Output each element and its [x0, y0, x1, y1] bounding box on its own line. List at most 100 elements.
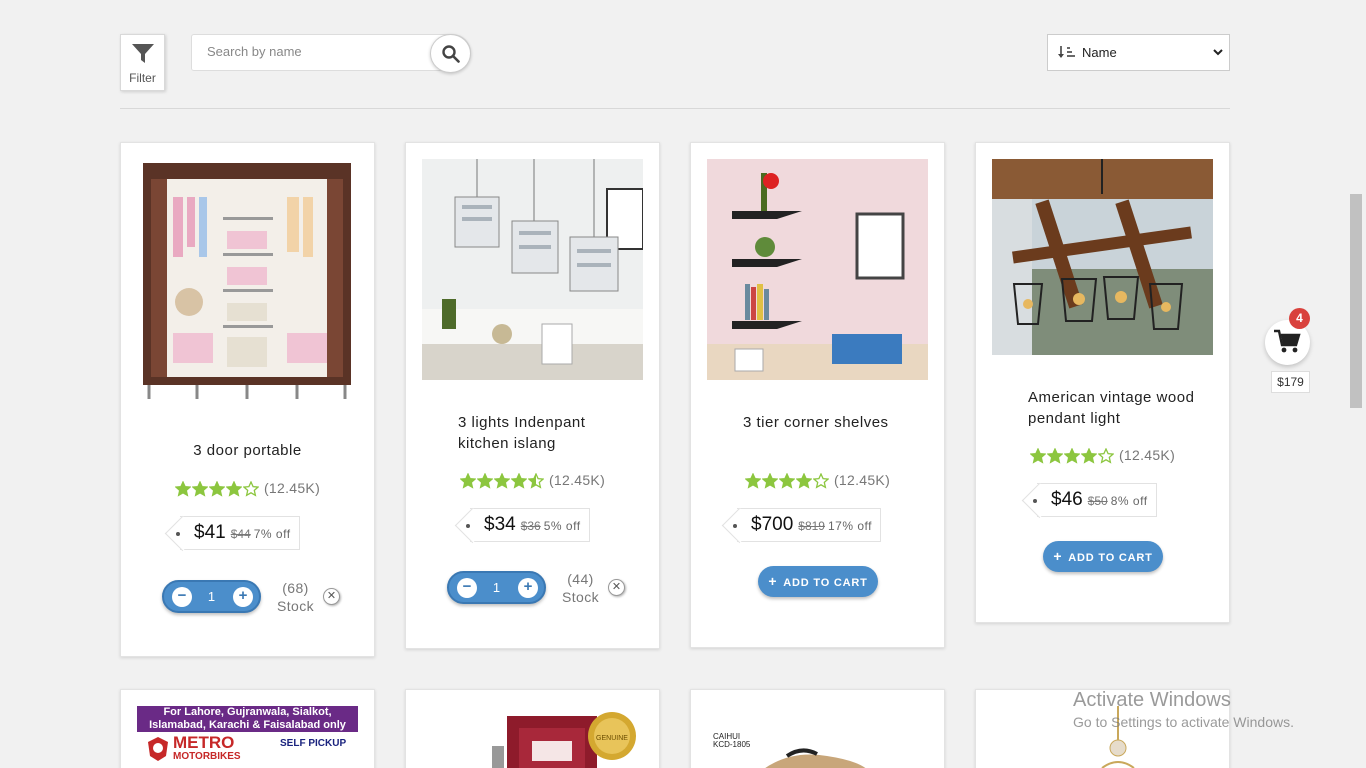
- star-icon: [527, 472, 544, 489]
- star-icon: [1046, 447, 1063, 464]
- promo-brand: METRO: [173, 733, 235, 752]
- add-to-cart-label: ADD TO CART: [783, 577, 868, 589]
- product-rating: (12.45K): [976, 446, 1229, 464]
- rating-stars: [459, 472, 545, 489]
- product-name[interactable]: American vintage wood pendant light: [976, 387, 1229, 429]
- filter-button[interactable]: Filter: [120, 34, 165, 91]
- stock-info: (68) Stock: [277, 579, 314, 615]
- add-to-cart-label: ADD TO CART: [1068, 552, 1153, 564]
- promo-pickup: SELF PICKUP: [280, 738, 347, 749]
- stock-label: Stock: [562, 589, 600, 605]
- search-input[interactable]: [207, 44, 427, 59]
- remove-item-button[interactable]: ✕: [323, 588, 340, 605]
- genuine-seal-text: GENUINE: [596, 735, 628, 742]
- star-icon: [1097, 447, 1114, 464]
- discount-label: 17% off: [827, 519, 872, 533]
- price-tag: $41 $44 7% off: [176, 516, 300, 550]
- current-price: $41: [194, 522, 226, 543]
- star-icon: [1063, 447, 1080, 464]
- sort-ascending-icon: [1058, 46, 1075, 58]
- star-icon: [795, 472, 812, 489]
- star-icon: [225, 480, 242, 497]
- cart-count-badge: 4: [1289, 308, 1310, 329]
- product-image-safe[interactable]: GENUINE: [422, 706, 643, 768]
- remove-item-button[interactable]: ✕: [608, 579, 625, 596]
- product-card: 3 door portable (12.45K) $41 $44 7% off − …: [120, 142, 375, 657]
- rating-count: (12.45K): [833, 472, 891, 489]
- original-price: $50: [1087, 494, 1108, 508]
- increment-button[interactable]: +: [233, 587, 253, 607]
- current-price: $34: [484, 514, 516, 535]
- discount-label: 7% off: [253, 527, 291, 541]
- stock-info: (44) Stock: [562, 570, 599, 606]
- promo-brand-sub: MOTORBIKES: [173, 751, 241, 762]
- product-card: 3 tier corner shelves (12.45K) $700 $819 1…: [690, 142, 945, 648]
- product-rating: (12.45K): [121, 479, 374, 497]
- rating-stars: [174, 480, 260, 497]
- product-card: CAIHUI KCD-1805: [690, 689, 945, 768]
- original-price: $36: [520, 519, 541, 533]
- product-card: For Lahore, Gujranwala, Sialkot, Islamab…: [120, 689, 375, 768]
- star-icon: [191, 480, 208, 497]
- rating-count: (12.45K): [548, 472, 606, 489]
- product-card: GENUINE: [405, 689, 660, 768]
- product-name[interactable]: 3 lights Indenpant kitchen islang: [406, 412, 659, 454]
- original-price: $44: [230, 527, 251, 541]
- star-icon: [1080, 447, 1097, 464]
- cart-icon: [1274, 329, 1301, 353]
- plus-icon: +: [1053, 548, 1063, 564]
- shoe-model: KCD-1805: [713, 740, 751, 749]
- star-icon: [476, 472, 493, 489]
- increment-button[interactable]: +: [518, 578, 538, 598]
- promo-line-1: For Lahore, Gujranwala, Sialkot,: [163, 706, 332, 718]
- star-icon: [459, 472, 476, 489]
- quantity-stepper: − 1 +: [162, 580, 261, 613]
- rating-count: (12.45K): [263, 480, 321, 497]
- cart-total: $179: [1271, 371, 1310, 393]
- star-icon: [812, 472, 829, 489]
- product-rating: (12.45K): [691, 471, 944, 489]
- product-rating: (12.45K): [406, 471, 659, 489]
- rating-stars: [744, 472, 830, 489]
- product-name[interactable]: 3 tier corner shelves: [691, 412, 944, 433]
- add-to-cart-button[interactable]: + ADD TO CART: [1043, 541, 1163, 572]
- product-image-corner-shelves[interactable]: [707, 159, 928, 380]
- star-icon: [778, 472, 795, 489]
- windows-activation-title: Activate Windows: [1073, 689, 1231, 711]
- promo-banner: For Lahore, Gujranwala, Sialkot, Islamab…: [137, 706, 358, 732]
- filter-label: Filter: [129, 71, 156, 85]
- star-icon: [761, 472, 778, 489]
- stock-count: (68): [282, 580, 309, 596]
- funnel-icon: [132, 44, 154, 63]
- star-icon: [174, 480, 191, 497]
- product-image-sandal[interactable]: CAIHUI KCD-1805: [707, 706, 928, 768]
- sort-value: Name: [1082, 45, 1117, 60]
- product-image-wardrobe[interactable]: [137, 157, 358, 407]
- sort-select[interactable]: Name: [1047, 34, 1230, 71]
- product-card: American vintage wood pendant light (12.…: [975, 142, 1230, 623]
- current-price: $700: [751, 514, 794, 535]
- quantity-stepper: − 1 +: [447, 571, 546, 604]
- price-tag: $34 $36 5% off: [466, 508, 590, 542]
- original-price: $819: [798, 519, 825, 533]
- star-icon: [242, 480, 259, 497]
- star-icon: [744, 472, 761, 489]
- search-bar: [191, 34, 471, 73]
- star-icon: [493, 472, 510, 489]
- metro-logo-icon: [148, 737, 168, 761]
- product-card: 3 lights Indenpant kitchen islang (12.45…: [405, 142, 660, 649]
- product-name[interactable]: 3 door portable: [121, 440, 374, 461]
- add-to-cart-button[interactable]: + ADD TO CART: [758, 566, 878, 597]
- scrollbar-thumb[interactable]: [1350, 194, 1362, 408]
- product-image-motorbike-promo[interactable]: For Lahore, Gujranwala, Sialkot, Islamab…: [137, 706, 358, 768]
- search-button[interactable]: [430, 34, 471, 73]
- windows-activation-subtitle: Go to Settings to activate Windows.: [1073, 714, 1294, 730]
- rating-count: (12.45K): [1118, 447, 1176, 464]
- star-icon: [510, 472, 527, 489]
- product-image-pendant-lights[interactable]: [422, 159, 643, 380]
- stock-label: Stock: [277, 598, 315, 614]
- product-image-vintage-pendant[interactable]: [992, 159, 1213, 355]
- star-icon: [1029, 447, 1046, 464]
- promo-line-2: Islamabad, Karachi & Faisalabad only: [149, 719, 346, 731]
- chevron-down-icon: [1213, 49, 1223, 56]
